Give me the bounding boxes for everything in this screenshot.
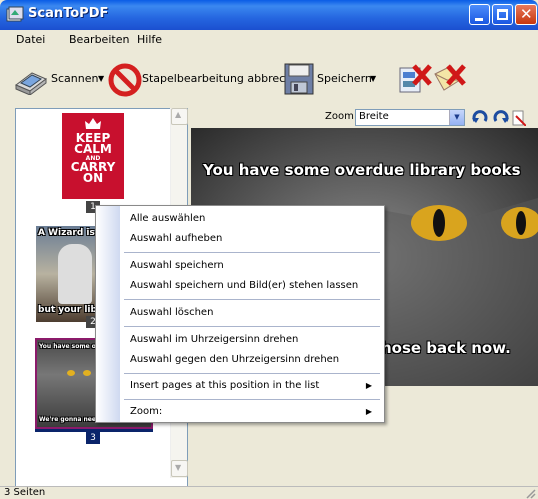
context-menu-separator: [124, 299, 380, 300]
delete-all-icon[interactable]: [432, 62, 466, 96]
maximize-icon: [497, 9, 508, 20]
keep-calm-line: ON: [82, 171, 104, 185]
close-icon: ✕: [520, 5, 533, 23]
chevron-down-icon[interactable]: ▼: [449, 110, 464, 125]
floppy-icon[interactable]: [284, 63, 314, 95]
wizard-figure: [58, 244, 92, 304]
context-menu-separator: [124, 252, 380, 253]
menu-hilfe[interactable]: Hilfe: [137, 33, 162, 46]
ctx-insert-pages[interactable]: Insert pages at this position in the lis…: [130, 380, 319, 391]
title-bar[interactable]: ScanToPDF ✕: [0, 0, 538, 30]
scroll-down-button[interactable]: ▼: [171, 460, 188, 477]
delete-pages-icon[interactable]: [398, 62, 432, 96]
zoom-select[interactable]: Breite ▼: [355, 109, 465, 126]
page-bottom-text: hose back now.: [381, 339, 511, 357]
toolbar: Scannen ▼ Stapelbearbeitung abbrechen Sp…: [0, 50, 538, 106]
minimize-button[interactable]: [469, 4, 490, 25]
close-button[interactable]: ✕: [515, 4, 537, 25]
context-menu-separator: [124, 399, 380, 400]
minimize-icon: [475, 18, 483, 21]
context-menu-sidebar: [96, 206, 120, 422]
app-window: ScanToPDF ✕ Datei Bearbeiten Hilfe Scann…: [0, 0, 538, 499]
status-bar: 3 Seiten: [0, 486, 538, 499]
menu-bearbeiten[interactable]: Bearbeiten: [69, 33, 129, 46]
chevron-up-icon: ▲: [175, 110, 182, 119]
save-dropdown-arrow-icon[interactable]: ▼: [370, 74, 376, 83]
keep-calm-text: KEEP CALM AND CARRY ON: [62, 132, 124, 185]
scan-button[interactable]: Scannen: [51, 72, 98, 85]
submenu-arrow-icon: ▶: [365, 381, 372, 390]
ctx-delete-selection[interactable]: Auswahl löschen: [130, 307, 213, 318]
thumbnail-1[interactable]: KEEP CALM AND CARRY ON: [62, 113, 124, 199]
crown-icon: [85, 118, 101, 129]
delete-page-icon[interactable]: [512, 110, 526, 126]
save-button[interactable]: Speichern: [317, 72, 372, 85]
ctx-rotate-clockwise[interactable]: Auswahl im Uhrzeigersinn drehen: [130, 334, 298, 345]
page-top-text: You have some overdue library books: [203, 161, 521, 179]
context-menu-separator: [124, 373, 380, 374]
cancel-batch-button[interactable]: Stapelbearbeitung abbrechen: [142, 72, 306, 85]
thumbnail-3-bottom-text: We're gonna need: [39, 416, 101, 423]
thumbnail-number: 3: [86, 432, 100, 444]
resize-grip-icon[interactable]: [524, 487, 536, 499]
page-count: 3 Seiten: [4, 487, 46, 498]
chevron-down-icon: ▼: [175, 463, 182, 472]
ctx-save-selection[interactable]: Auswahl speichern: [130, 260, 224, 271]
ctx-save-selection-keep[interactable]: Auswahl speichern und Bild(er) stehen la…: [130, 280, 358, 291]
scan-dropdown-arrow-icon[interactable]: ▼: [98, 74, 104, 83]
thumbnail-2-bottom-text: but your libr: [38, 305, 102, 315]
scroll-up-button[interactable]: ▲: [171, 108, 188, 125]
ctx-rotate-counterclockwise[interactable]: Auswahl gegen den Uhrzeigersinn drehen: [130, 354, 339, 365]
window-title: ScanToPDF: [28, 6, 109, 21]
context-menu: Alle auswählen Auswahl aufheben Auswahl …: [95, 205, 385, 423]
keep-calm-line: CALM: [74, 142, 112, 156]
cat-eye: [67, 370, 75, 376]
zoom-bar: Zoom: Breite ▼: [190, 108, 538, 128]
maximize-button[interactable]: [492, 4, 513, 25]
rotate-right-icon[interactable]: [492, 109, 510, 127]
ctx-zoom[interactable]: Zoom:: [130, 406, 162, 417]
ctx-deselect[interactable]: Auswahl aufheben: [130, 233, 222, 244]
context-menu-separator: [124, 326, 380, 327]
app-icon: [6, 6, 24, 22]
scanner-icon[interactable]: [14, 65, 48, 95]
rotate-left-icon[interactable]: [471, 109, 489, 127]
cancel-icon[interactable]: [108, 63, 142, 97]
cat-eye: [83, 370, 91, 376]
menu-bar: Datei Bearbeiten Hilfe: [0, 30, 538, 49]
zoom-label: Zoom:: [325, 111, 358, 122]
menu-datei[interactable]: Datei: [16, 33, 45, 46]
zoom-value: Breite: [359, 111, 389, 122]
ctx-select-all[interactable]: Alle auswählen: [130, 213, 205, 224]
submenu-arrow-icon: ▶: [365, 407, 372, 416]
